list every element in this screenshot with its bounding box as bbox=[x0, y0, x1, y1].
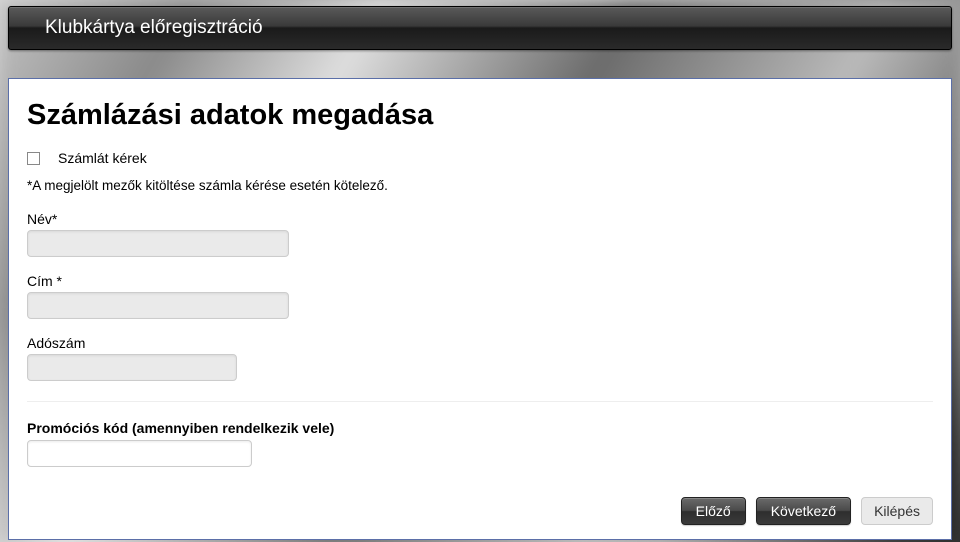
invoice-checkbox-row: Számlát kérek bbox=[27, 150, 933, 166]
exit-button[interactable]: Kilépés bbox=[861, 497, 933, 525]
prev-button[interactable]: Előző bbox=[681, 497, 746, 525]
field-promo-group: Promóciós kód (amennyiben rendelkezik ve… bbox=[27, 420, 933, 467]
field-name-group: Név* bbox=[27, 211, 933, 257]
page-title: Számlázási adatok megadása bbox=[27, 99, 933, 132]
required-hint: *A megjelölt mezők kitöltése számla kéré… bbox=[27, 178, 933, 193]
name-input[interactable] bbox=[27, 230, 289, 257]
taxnum-input[interactable] bbox=[27, 354, 237, 381]
header-title: Klubkártya előregisztráció bbox=[45, 17, 915, 39]
name-label: Név* bbox=[27, 211, 933, 227]
promo-input[interactable] bbox=[27, 440, 252, 467]
invoice-checkbox-label: Számlát kérek bbox=[58, 150, 147, 166]
address-input[interactable] bbox=[27, 292, 289, 319]
field-taxnum-group: Adószám bbox=[27, 335, 933, 381]
taxnum-label: Adószám bbox=[27, 335, 933, 351]
header-bar: Klubkártya előregisztráció bbox=[8, 6, 952, 50]
field-address-group: Cím * bbox=[27, 273, 933, 319]
section-divider bbox=[27, 401, 933, 402]
address-label: Cím * bbox=[27, 273, 933, 289]
invoice-checkbox[interactable] bbox=[27, 152, 40, 165]
button-row: Előző Következő Kilépés bbox=[681, 497, 933, 525]
next-button[interactable]: Következő bbox=[756, 497, 851, 525]
promo-label: Promóciós kód (amennyiben rendelkezik ve… bbox=[27, 420, 933, 436]
form-panel: Számlázási adatok megadása Számlát kérek… bbox=[8, 78, 952, 540]
